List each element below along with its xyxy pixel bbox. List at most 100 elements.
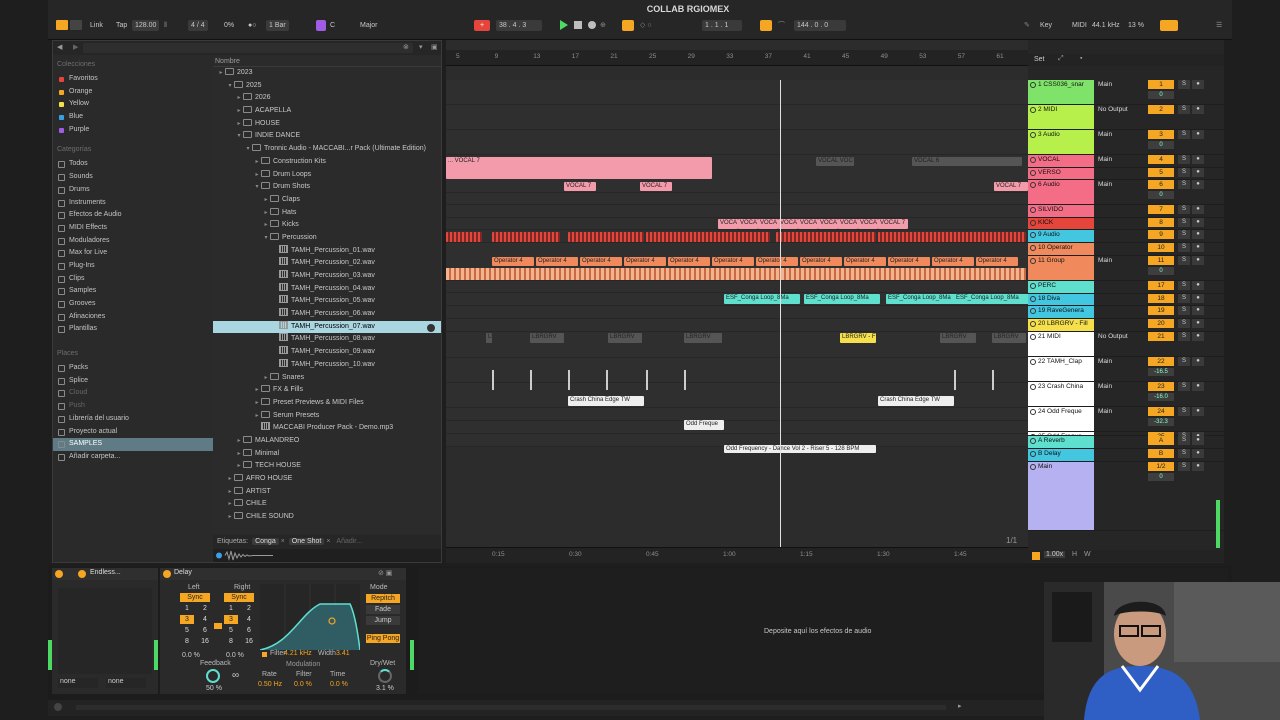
track-name[interactable]: 21 MIDI <box>1028 332 1094 356</box>
preview-waveform[interactable] <box>213 549 441 562</box>
left-sync-button[interactable]: Sync <box>180 593 210 602</box>
lbrgrv-clip[interactable]: LBRGRV <box>530 333 564 343</box>
link-button[interactable]: Link <box>90 20 103 31</box>
folder-row[interactable]: ▾ Tronnic Audio - MACCABI...r Pack (Ultim… <box>213 143 441 156</box>
collapse-arrow-icon[interactable]: ▾ <box>253 181 261 194</box>
track-activator-icon[interactable] <box>1030 438 1036 444</box>
track-number[interactable]: 3 <box>1148 130 1174 139</box>
left-division-grid[interactable]: 1 2 3 4 5 6 8 16 <box>180 604 214 648</box>
zoom-icon[interactable] <box>1032 552 1040 560</box>
track-activator-icon[interactable] <box>1030 321 1036 327</box>
clap-note[interactable] <box>568 370 570 390</box>
solo-button[interactable]: S <box>1178 332 1190 341</box>
add-tag-input[interactable]: Añadir... <box>336 538 362 545</box>
column-header-name[interactable]: Nombre <box>213 57 441 67</box>
search-input[interactable] <box>83 43 413 53</box>
device-name[interactable]: Delay <box>174 569 192 576</box>
folder-row[interactable]: ▸ CHILE SOUND <box>213 511 441 524</box>
track-activator-icon[interactable] <box>1030 283 1036 289</box>
expand-arrow-icon[interactable]: ▸ <box>253 169 261 182</box>
file-row[interactable]: TAMH_Percussion_05.wav <box>213 295 441 308</box>
key-map-button[interactable]: Key <box>1040 20 1052 31</box>
expand-arrow-icon[interactable]: ▸ <box>262 194 270 207</box>
track-activator-icon[interactable] <box>1030 132 1036 138</box>
folder-row[interactable]: ▾ 2025 <box>213 80 441 93</box>
silvido-clip[interactable]: VOCA <box>738 219 758 229</box>
beat-ruler[interactable]: 5 9 13 17 21 25 29 33 37 41 45 49 53 57 61 <box>446 50 1028 66</box>
track-name[interactable]: 1 CSS036_snar <box>1028 80 1094 104</box>
zoom-field[interactable]: 1.00x <box>1044 551 1066 558</box>
track-number[interactable]: 19 <box>1148 306 1174 315</box>
clap-note[interactable] <box>530 370 532 390</box>
track-name[interactable]: KICK <box>1028 218 1094 229</box>
track-lane[interactable] <box>446 358 1028 383</box>
capture-icon[interactable]: ◇ ○ <box>640 20 652 31</box>
track-header[interactable]: 9 Audio 9 S ● <box>1028 230 1224 243</box>
expand-arrow-icon[interactable]: ▸ <box>253 384 261 397</box>
device-power-icon[interactable] <box>55 570 63 578</box>
expand-arrow-icon[interactable]: ▸ <box>235 105 243 118</box>
expand-icon[interactable]: ⤢ <box>1058 55 1064 63</box>
loop-toggle-icon[interactable] <box>760 20 772 31</box>
division-button[interactable]: 4 <box>198 615 212 624</box>
track-name[interactable]: A Reverb <box>1028 436 1094 448</box>
filter-graph[interactable] <box>260 584 360 650</box>
file-row[interactable]: TAMH_Percussion_01.wav <box>213 244 441 258</box>
track-header[interactable]: PERC 17 S ● <box>1028 281 1224 294</box>
tag-remove-icon[interactable]: × <box>326 538 330 545</box>
operator-clip[interactable]: Operator 4 <box>712 257 754 266</box>
solo-button[interactable]: S <box>1178 243 1190 252</box>
track-activator-icon[interactable] <box>1030 451 1036 457</box>
category-item[interactable]: Clips <box>53 273 213 286</box>
mode-repitch[interactable]: Repitch <box>366 594 400 603</box>
operator-clip[interactable]: Operator 4 <box>668 257 710 266</box>
folder-row[interactable]: ▸ FX & Fills <box>213 384 441 397</box>
operator-clip[interactable]: Operator 4 <box>624 257 666 266</box>
sidebar-toggle-icon[interactable]: ▣ <box>431 43 438 51</box>
operator-midi-notes[interactable] <box>446 268 1026 280</box>
silvido-clip[interactable]: VOCAL 7 <box>878 219 908 229</box>
track-output-select[interactable]: Main <box>1096 357 1144 367</box>
track-name[interactable]: Main <box>1028 462 1094 530</box>
track-name[interactable]: 18 Diva <box>1028 294 1094 305</box>
folder-row[interactable]: ▸ AFRO HOUSE <box>213 473 441 486</box>
play-icon[interactable] <box>560 20 568 30</box>
category-item[interactable]: Plug-Ins <box>53 260 213 273</box>
track-header[interactable]: SILVIDO 7 S ● <box>1028 205 1224 218</box>
lock-icon[interactable]: ▪ <box>1080 55 1082 62</box>
arm-button[interactable]: ● <box>1192 357 1204 366</box>
track-activator-icon[interactable] <box>1030 82 1036 88</box>
tag-chip[interactable]: Conga <box>252 538 279 545</box>
track-number[interactable]: 22 <box>1148 357 1174 366</box>
track-lane[interactable] <box>446 306 1028 319</box>
arm-button[interactable]: ● <box>1192 243 1204 252</box>
solo-button[interactable]: S <box>1178 319 1190 328</box>
arrangement-record-icon[interactable]: + <box>474 20 490 31</box>
track-name[interactable]: 9 Audio <box>1028 230 1094 242</box>
solo-button[interactable]: S <box>1178 130 1190 139</box>
track-output-select[interactable]: Main <box>1096 382 1144 392</box>
track-activator-icon[interactable] <box>1030 170 1036 176</box>
solo-button[interactable]: S <box>1178 306 1190 315</box>
division-button[interactable]: 2 <box>242 604 256 613</box>
arm-button[interactable]: ● <box>1192 130 1204 139</box>
track-lane[interactable] <box>446 130 1028 155</box>
place-item[interactable]: Cloud <box>53 387 213 400</box>
track-number[interactable]: 17 <box>1148 281 1174 290</box>
division-button[interactable]: 4 <box>242 615 256 624</box>
kick-clip[interactable] <box>492 232 560 242</box>
track-name[interactable]: 22 TAMH_Clap <box>1028 357 1094 381</box>
solo-button[interactable]: S <box>1178 168 1190 177</box>
track-number[interactable]: 4 <box>1148 155 1174 164</box>
arm-button[interactable]: ● <box>1192 168 1204 177</box>
track-activator-icon[interactable] <box>1030 434 1036 435</box>
metronome-icon[interactable]: ⦀ <box>164 20 167 31</box>
file-row[interactable]: TAMH_Percussion_04.wav <box>213 282 441 296</box>
track-number[interactable]: 5 <box>1148 168 1174 177</box>
folder-row[interactable]: ▸ Kicks <box>213 219 441 232</box>
status-icon[interactable] <box>54 703 62 711</box>
track-number[interactable]: 1/2 <box>1148 462 1174 471</box>
link-icon[interactable] <box>214 623 222 629</box>
conga-clip[interactable]: ESF_Conga Loop_8Ma <box>804 294 880 304</box>
category-item[interactable]: Grooves <box>53 298 213 311</box>
